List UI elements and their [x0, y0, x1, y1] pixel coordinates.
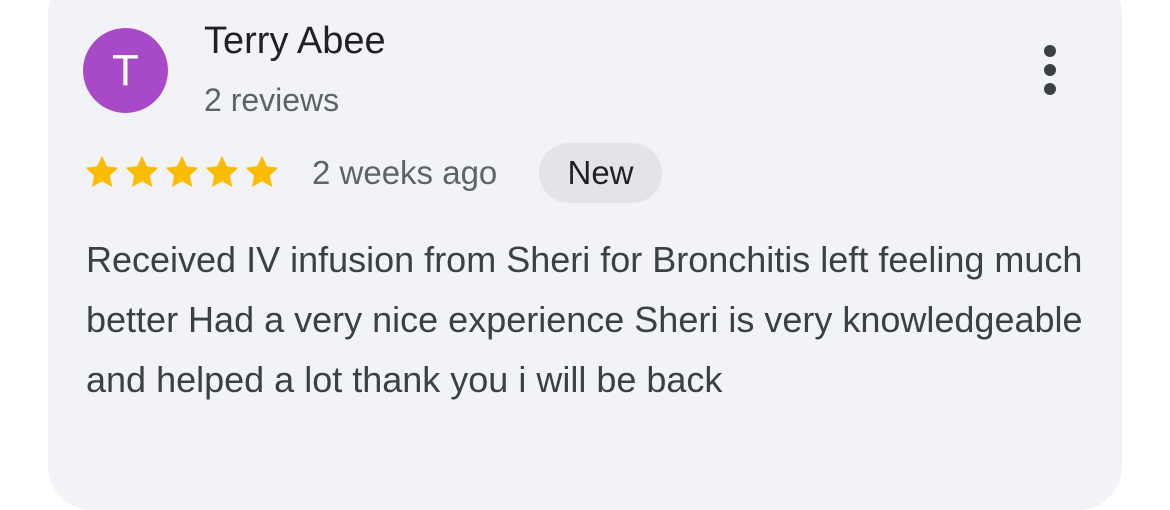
review-text: Received IV infusion from Sheri for Bron…	[86, 239, 1083, 400]
author-name[interactable]: Terry Abee	[204, 20, 386, 63]
more-options-button[interactable]	[1030, 42, 1070, 98]
more-vert-icon-dot	[1044, 83, 1056, 95]
star-icon	[85, 155, 119, 187]
review-time: 2 weeks ago	[312, 154, 498, 191]
more-vert-icon-dot	[1044, 64, 1056, 76]
more-vert-icon	[1044, 45, 1056, 57]
avatar[interactable]: T	[83, 28, 168, 113]
avatar-initial: T	[112, 46, 139, 95]
star-rating	[83, 153, 281, 191]
star-icon	[245, 155, 279, 187]
new-badge: New	[539, 143, 662, 203]
star-icon	[205, 155, 239, 187]
author-review-count[interactable]: 2 reviews	[204, 82, 339, 119]
star-icon	[125, 155, 159, 187]
star-icon	[165, 155, 199, 187]
